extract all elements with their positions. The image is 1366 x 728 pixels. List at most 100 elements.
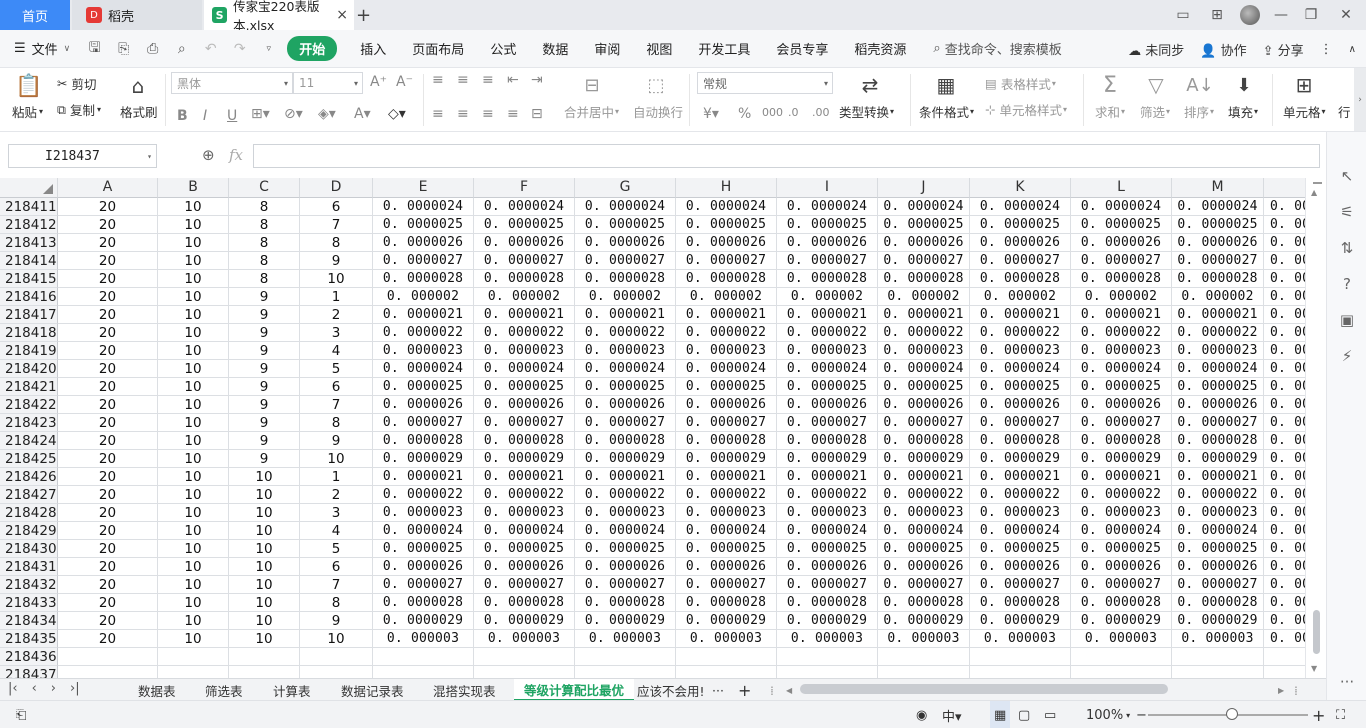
column-header-j[interactable]: J xyxy=(878,178,970,198)
cell[interactable]: 3 xyxy=(300,324,373,342)
cell[interactable]: 0. 0000021 xyxy=(373,468,474,486)
cell[interactable]: 0. 000003 xyxy=(1172,630,1264,648)
cell[interactable]: 0. 0000028 xyxy=(1071,594,1172,612)
cell[interactable]: 10 xyxy=(158,270,229,288)
cell[interactable]: 0. 0000024 xyxy=(878,360,970,378)
collapse-ribbon-icon[interactable]: ∧ xyxy=(1349,44,1356,55)
cell[interactable]: 0. 000003 xyxy=(474,630,575,648)
cell[interactable]: 0. 0000027 xyxy=(575,252,676,270)
cell[interactable]: 10 xyxy=(158,594,229,612)
cell[interactable]: 10 xyxy=(229,486,300,504)
underline-icon[interactable]: U xyxy=(227,108,237,124)
cell[interactable]: 0. 0000024 xyxy=(1071,198,1172,216)
cell[interactable]: 0. 0000026 xyxy=(878,396,970,414)
cell[interactable]: 0. 0000023 xyxy=(474,504,575,522)
cell[interactable]: 1 xyxy=(300,288,373,306)
cell[interactable]: 8 xyxy=(229,198,300,216)
cell[interactable]: 8 xyxy=(300,234,373,252)
cell[interactable]: 0. 0000027 xyxy=(970,252,1071,270)
cell[interactable]: 5 xyxy=(300,540,373,558)
cell[interactable]: 0. 0000021 xyxy=(474,306,575,324)
row-header[interactable]: 218426 xyxy=(0,468,58,486)
cell[interactable]: 0. 0000029 xyxy=(676,612,777,630)
cell[interactable]: 10 xyxy=(229,612,300,630)
cell[interactable]: 0. 0000022 xyxy=(1264,324,1305,342)
row-header[interactable]: 218434 xyxy=(0,612,58,630)
align-bottom-icon[interactable]: ≡ xyxy=(482,72,494,88)
sheet-tab-filter[interactable]: 筛选表 xyxy=(201,679,247,701)
cell[interactable]: 0. 0000029 xyxy=(474,612,575,630)
cell[interactable]: 0. 000003 xyxy=(878,630,970,648)
cell[interactable]: 0. 0000026 xyxy=(676,396,777,414)
cell[interactable]: 0. 0000024 xyxy=(1172,522,1264,540)
cell[interactable]: 0. 0000029 xyxy=(1264,450,1305,468)
lightning-icon[interactable]: ⚡ xyxy=(1337,346,1357,366)
cell[interactable]: 4 xyxy=(300,342,373,360)
tab-developer[interactable]: 开发工具 xyxy=(685,39,763,58)
formula-input[interactable] xyxy=(253,144,1320,168)
cond-format-button[interactable]: 条件格式 ▾ xyxy=(919,102,974,121)
tab-home[interactable]: 首页 xyxy=(0,0,70,30)
cell[interactable]: 20 xyxy=(58,504,158,522)
cell[interactable] xyxy=(1172,666,1264,678)
copy-button[interactable]: ⧉ 复制 ▾ xyxy=(57,100,101,119)
cell[interactable]: 0. 0000027 xyxy=(1071,576,1172,594)
tab-start[interactable]: 开始 xyxy=(287,36,338,61)
cell[interactable]: 10 xyxy=(158,306,229,324)
row-header[interactable]: 218421 xyxy=(0,378,58,396)
row-header[interactable]: 218418 xyxy=(0,324,58,342)
zoom-in-icon[interactable]: + xyxy=(1312,701,1325,728)
cell[interactable]: 20 xyxy=(58,198,158,216)
cell[interactable]: 0. 0000023 xyxy=(1071,504,1172,522)
window-layout-icon[interactable]: ▭ xyxy=(1166,0,1200,30)
cell[interactable] xyxy=(58,648,158,666)
cell[interactable]: 10 xyxy=(158,360,229,378)
cell[interactable] xyxy=(373,666,474,678)
cell[interactable]: 0. 0000022 xyxy=(1264,486,1305,504)
file-menu-button[interactable]: ☰ 文件 ∨ xyxy=(0,39,80,58)
row-header[interactable]: 218429 xyxy=(0,522,58,540)
column-header-g[interactable]: G xyxy=(575,178,676,198)
column-header-partial[interactable] xyxy=(1264,178,1305,198)
cell[interactable]: 20 xyxy=(58,378,158,396)
wrap-text-button[interactable]: 自动换行 xyxy=(633,102,683,121)
column-header-m[interactable]: M xyxy=(1172,178,1264,198)
cell[interactable] xyxy=(158,666,229,678)
cell[interactable]: 3 xyxy=(300,504,373,522)
cell[interactable]: 0. 0000026 xyxy=(1172,558,1264,576)
horizontal-scroll-thumb[interactable] xyxy=(800,684,1168,694)
cell[interactable]: 0. 0000023 xyxy=(676,504,777,522)
cell[interactable]: 20 xyxy=(58,630,158,648)
cell[interactable]: 10 xyxy=(158,576,229,594)
page-layout-view-icon[interactable]: ▢ xyxy=(1018,701,1030,728)
input-method-icon[interactable]: 中▾ xyxy=(942,701,962,728)
row-header[interactable]: 218423 xyxy=(0,414,58,432)
cell[interactable]: 10 xyxy=(158,342,229,360)
cell[interactable] xyxy=(878,666,970,678)
cell[interactable]: 0. 0000026 xyxy=(1264,234,1305,252)
cell[interactable]: 0. 000002 xyxy=(878,288,970,306)
cell[interactable]: 0. 0000022 xyxy=(474,486,575,504)
cell[interactable]: 0. 0000025 xyxy=(1071,378,1172,396)
cell[interactable] xyxy=(1071,648,1172,666)
indent-increase-icon[interactable]: ⇥ xyxy=(531,72,543,88)
cell[interactable]: 20 xyxy=(58,522,158,540)
cell[interactable]: 9 xyxy=(229,432,300,450)
cell[interactable] xyxy=(878,648,970,666)
zoom-formula-icon[interactable]: ⊕ xyxy=(202,146,215,164)
cell[interactable]: 0. 0000024 xyxy=(970,198,1071,216)
eye-protection-icon[interactable]: ◉ xyxy=(916,701,927,728)
cell[interactable]: 0. 0000025 xyxy=(878,540,970,558)
cell[interactable]: 10 xyxy=(300,630,373,648)
cell[interactable]: 0. 0000028 xyxy=(970,432,1071,450)
spreadsheet-grid[interactable]: ABCDEFGHIJKLM 218411 20 10 8 6 0. 0000024 0. 0… xyxy=(0,178,1305,678)
more-icon[interactable]: ⋮ xyxy=(1320,42,1333,57)
cell[interactable]: 0. 0000021 xyxy=(970,468,1071,486)
cell[interactable]: 0. 0000021 xyxy=(1264,306,1305,324)
cell[interactable]: 0. 0000026 xyxy=(575,234,676,252)
cell[interactable]: 0. 0000026 xyxy=(777,396,878,414)
cell[interactable]: 0. 0000027 xyxy=(575,576,676,594)
cell[interactable]: 0. 0000021 xyxy=(676,468,777,486)
cell[interactable]: 0. 0000022 xyxy=(676,324,777,342)
cell[interactable]: 10 xyxy=(158,234,229,252)
